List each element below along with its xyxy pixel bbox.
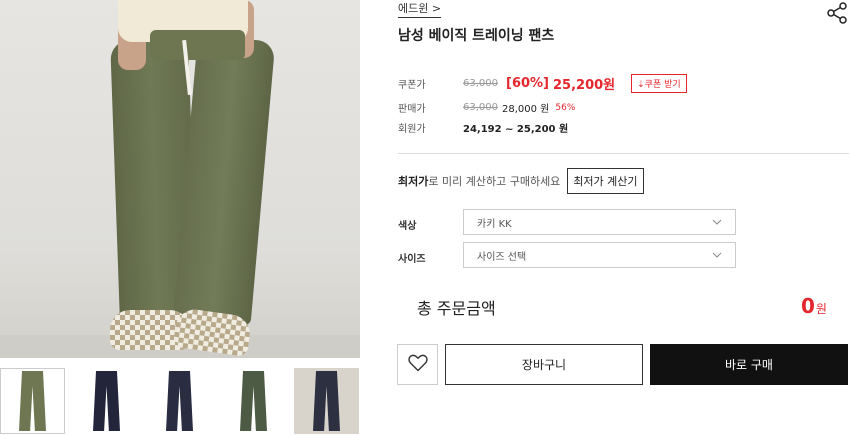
add-to-cart-button[interactable]: 장바구니 [445, 344, 643, 385]
lowest-price-bold: 최저가 [398, 175, 429, 188]
member-price-range: 24,192 ~ 25,200 원 [463, 124, 569, 135]
size-option-label: 사이즈 [398, 254, 426, 265]
chevron-down-icon [712, 217, 722, 228]
thumb-navy-back[interactable] [147, 368, 212, 434]
color-select-value: 카키 KK [477, 218, 512, 230]
size-select[interactable]: 사이즈 선택 [463, 242, 736, 268]
thumb-image [19, 371, 46, 431]
size-select-value: 사이즈 선택 [477, 251, 527, 263]
pants-waistband [150, 30, 245, 60]
total-order-amount-label: 총 주문금액 [417, 299, 496, 318]
get-coupon-button[interactable]: ⇣쿠폰 받기 [631, 74, 687, 93]
member-price-label: 회원가 [398, 124, 426, 135]
product-title: 남성 베이직 트레이닝 팬츠 [398, 28, 555, 44]
thumb-image [93, 371, 120, 431]
color-option-label: 색상 [398, 221, 417, 232]
thumb-khaki-flat[interactable] [221, 368, 286, 434]
thumb-navy-front[interactable] [74, 368, 139, 434]
share-icon[interactable] [826, 2, 848, 24]
coupon-discount-rate: [60%] [506, 76, 549, 91]
buy-now-button[interactable]: 바로 구매 [650, 344, 848, 385]
coupon-final-price: 25,200원 [553, 78, 616, 93]
sale-price-row: 판매가 63,000 28,000 원 56% [398, 100, 575, 115]
sale-price-label: 판매가 [398, 104, 426, 115]
thumb-image [240, 371, 267, 431]
thumb-navy-model[interactable] [294, 368, 359, 434]
sale-price: 28,000 원 [502, 104, 550, 115]
thumb-image [313, 371, 340, 431]
member-price-row: 회원가 24,192 ~ 25,200 원 [398, 120, 568, 135]
thumbnail-strip [0, 368, 360, 434]
thumb-khaki-model[interactable] [0, 368, 65, 434]
lowest-price-section: 최저가 로 미리 계산하고 구매하세요 최저가 계산기 [398, 168, 644, 194]
coupon-price-label: 쿠폰가 [398, 80, 426, 91]
lowest-price-text: 로 미리 계산하고 구매하세요 [428, 175, 561, 188]
thumb-image [166, 371, 193, 431]
lowest-price-calculator-button[interactable]: 최저가 계산기 [567, 168, 644, 194]
divider [398, 153, 849, 154]
total-order-amount: 0 원 [801, 294, 827, 318]
coupon-price-row: 쿠폰가 63,000 [60%] 25,200원 ⇣쿠폰 받기 [398, 74, 687, 93]
wishlist-button[interactable] [397, 344, 438, 385]
sale-discount-rate: 56% [555, 102, 576, 113]
chevron-down-icon [712, 250, 722, 261]
main-product-image [0, 0, 360, 358]
total-amount-unit: 원 [815, 302, 827, 316]
heart-icon [407, 354, 428, 376]
color-select[interactable]: 카키 KK [463, 209, 736, 235]
coupon-original-price: 63,000 [463, 78, 498, 89]
sale-original-price: 63,000 [463, 102, 498, 113]
total-amount-value: 0 [801, 294, 815, 318]
brand-link[interactable]: 에드윈 > [398, 0, 442, 18]
